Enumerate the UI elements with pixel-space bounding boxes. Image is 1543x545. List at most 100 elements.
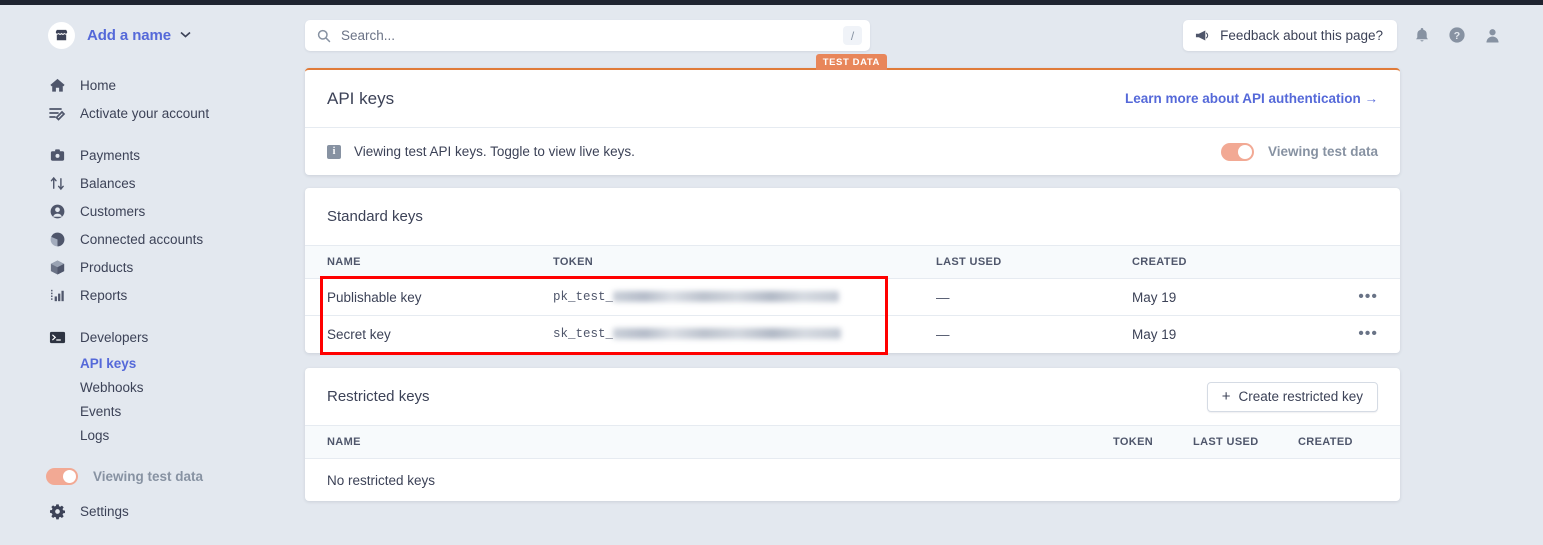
restricted-keys-card: Restricted keys + Create restricted key …	[305, 368, 1400, 501]
plus-icon: +	[1221, 388, 1231, 405]
sidebar-item-label: Home	[80, 77, 117, 93]
feedback-button-label: Feedback about this page?	[1220, 28, 1383, 43]
sidebar-item-payments[interactable]: Payments	[0, 141, 300, 169]
table-header-row: NAME TOKEN LAST USED CREATED	[305, 425, 1400, 459]
section-title: Restricted keys	[327, 388, 430, 405]
gear-icon	[48, 502, 66, 520]
search-bar[interactable]: /	[305, 20, 870, 51]
column-header-name: NAME	[327, 436, 361, 448]
notice-text: Viewing test API keys. Toggle to view li…	[354, 144, 635, 159]
sidebar-item-label: Connected accounts	[80, 231, 204, 247]
sidebar-subitem-logs[interactable]: Logs	[0, 423, 300, 447]
api-keys-card-header: API keys Learn more about API authentica…	[305, 70, 1400, 127]
column-header-created: CREATED	[1298, 436, 1353, 448]
restricted-keys-header: Restricted keys + Create restricted key	[305, 368, 1400, 425]
sidebar-item-home[interactable]: Home	[0, 71, 300, 99]
column-header-token: TOKEN	[553, 256, 594, 268]
sidebar-item-label: Developers	[80, 329, 149, 345]
sidebar-item-balances[interactable]: Balances	[0, 169, 300, 197]
developers-terminal-icon	[48, 328, 66, 346]
sidebar-subitem-label: Events	[80, 403, 122, 419]
key-token[interactable]: sk_test_	[545, 316, 928, 353]
key-created: May 19	[1124, 278, 1324, 316]
nav-group-business: Payments Balances Customers Connected ac…	[0, 141, 300, 309]
sidebar-item-developers[interactable]: Developers	[0, 323, 300, 351]
table-row[interactable]: Publishable key pk_test_ — May 19 •••	[305, 278, 1400, 316]
sidebar-item-label: Activate your account	[80, 105, 210, 121]
token-redacted-blur	[613, 328, 842, 340]
info-icon: i	[327, 144, 341, 159]
chevron-down-icon	[180, 30, 191, 41]
store-icon	[48, 21, 75, 49]
restricted-keys-table: NAME TOKEN LAST USED CREATED	[305, 425, 1400, 459]
test-data-toggle-label: Viewing test data	[1267, 144, 1378, 159]
sidebar-item-activate-your-account[interactable]: Activate your account	[0, 99, 300, 127]
help-circle-icon[interactable]: ?	[1446, 24, 1468, 46]
bell-icon[interactable]	[1411, 24, 1433, 46]
row-overflow-menu-icon[interactable]: •••	[1358, 288, 1378, 305]
toggle-switch[interactable]	[46, 467, 78, 485]
feedback-button[interactable]: Feedback about this page?	[1183, 20, 1397, 51]
sidebar-item-label: Settings	[80, 503, 129, 519]
standard-keys-header: Standard keys	[305, 188, 1400, 245]
sidebar-item-reports[interactable]: Reports	[0, 281, 300, 309]
page-root: Add a name Home Activate your account Pa…	[0, 0, 1543, 545]
restricted-keys-empty-state: No restricted keys	[327, 472, 436, 488]
sidebar: Add a name Home Activate your account Pa…	[0, 5, 300, 545]
create-restricted-key-button[interactable]: + Create restricted key	[1206, 381, 1378, 412]
notice-left-group: i Viewing test API keys. Toggle to view …	[327, 144, 635, 159]
sidebar-subitem-label: API keys	[80, 355, 137, 371]
table-row[interactable]: Secret key sk_test_ — May 19 •••	[305, 316, 1400, 353]
sidebar-item-connected-accounts[interactable]: Connected accounts	[0, 225, 300, 253]
sidebar-item-label: Reports	[80, 287, 128, 303]
token-redacted-blur	[613, 291, 840, 303]
search-input[interactable]	[341, 28, 843, 43]
key-token[interactable]: pk_test_	[545, 278, 928, 316]
nav-group-primary: Home Activate your account	[0, 71, 300, 127]
column-header-last-used: LAST USED	[936, 256, 1002, 268]
standard-keys-card: Standard keys NAME TOKEN LAST USED CREAT…	[305, 188, 1400, 353]
notice-right-group: Viewing test data	[1220, 142, 1378, 161]
sidebar-test-data-toggle[interactable]: Viewing test data	[0, 461, 300, 491]
payments-icon	[48, 146, 66, 164]
activate-account-icon	[48, 104, 66, 122]
customers-icon	[48, 202, 66, 220]
sidebar-test-data-label: Viewing test data	[93, 468, 204, 484]
search-icon	[317, 29, 331, 43]
home-icon	[48, 76, 66, 94]
sidebar-subitem-label: Webhooks	[80, 379, 144, 395]
sidebar-subitem-api-keys[interactable]: API keys	[0, 351, 300, 375]
table-header-row: NAME TOKEN LAST USED CREATED	[305, 245, 1400, 279]
row-overflow-menu-icon[interactable]: •••	[1358, 325, 1378, 342]
standard-keys-table: NAME TOKEN LAST USED CREATED Publishable…	[305, 245, 1400, 353]
sidebar-item-customers[interactable]: Customers	[0, 197, 300, 225]
sidebar-item-label: Payments	[80, 147, 141, 163]
sidebar-item-label: Customers	[80, 203, 146, 219]
search-shortcut-key: /	[843, 26, 862, 45]
megaphone-icon	[1195, 29, 1210, 42]
reports-icon	[48, 286, 66, 304]
test-mode-notice: i Viewing test API keys. Toggle to view …	[305, 127, 1400, 175]
sidebar-subitem-label: Logs	[80, 427, 110, 443]
token-prefix: pk_test_	[553, 290, 614, 304]
sidebar-subitem-events[interactable]: Events	[0, 399, 300, 423]
balances-icon	[48, 174, 66, 192]
products-icon	[48, 258, 66, 276]
key-last-used: —	[928, 278, 1124, 316]
api-keys-card: TEST DATA API keys Learn more about API …	[305, 54, 1400, 175]
key-name: Secret key	[327, 326, 391, 342]
sidebar-item-label: Balances	[80, 175, 136, 191]
learn-more-link[interactable]: Learn more about API authentication →	[1125, 91, 1378, 106]
user-avatar-icon[interactable]	[1481, 24, 1503, 46]
account-name: Add a name	[87, 26, 172, 44]
sidebar-item-products[interactable]: Products	[0, 253, 300, 281]
sidebar-item-settings[interactable]: Settings	[0, 497, 300, 525]
sidebar-item-label: Products	[80, 259, 134, 275]
key-created: May 19	[1132, 326, 1177, 342]
test-data-toggle[interactable]	[1220, 142, 1254, 161]
test-data-badge: TEST DATA	[815, 54, 887, 70]
nav-group-developers: Developers API keys Webhooks Events Logs	[0, 323, 300, 447]
sidebar-subitem-webhooks[interactable]: Webhooks	[0, 375, 300, 399]
account-switcher[interactable]: Add a name	[0, 13, 300, 57]
column-header-name: NAME	[327, 256, 361, 268]
